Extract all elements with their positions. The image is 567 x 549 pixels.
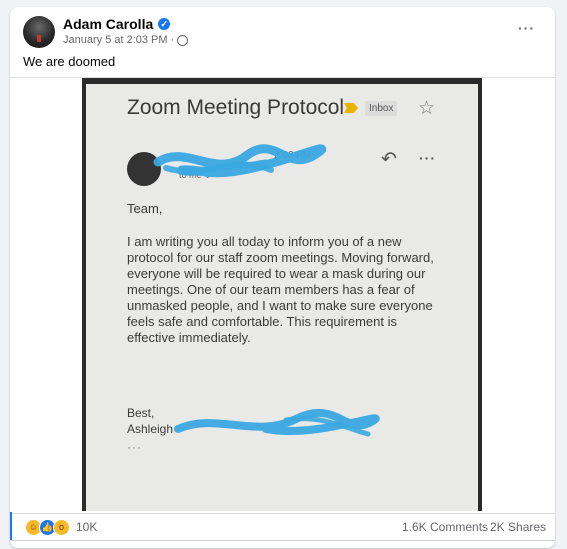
post-timestamp[interactable]: January 5 at 2:03 PM — [63, 34, 168, 46]
post-media[interactable]: Zoom Meeting Protocol Inbox ☆ 2:06 PM to… — [10, 77, 555, 514]
verified-badge-icon: ✓ — [158, 18, 171, 30]
email-screenshot-photo[interactable]: Zoom Meeting Protocol Inbox ☆ 2:06 PM to… — [82, 78, 482, 511]
post-options-icon[interactable]: ··· — [518, 20, 535, 36]
author-name-row: Adam Carolla ✓ — [63, 16, 171, 32]
post-card: Adam Carolla ✓ January 5 at 2:03 PM · ··… — [10, 7, 555, 548]
globe-icon — [177, 34, 189, 46]
email-view: Zoom Meeting Protocol Inbox ☆ 2:06 PM to… — [86, 84, 478, 511]
wow-reaction-icon: o — [53, 519, 70, 536]
post-meta: January 5 at 2:03 PM · — [63, 34, 189, 46]
meta-separator: · — [170, 34, 175, 46]
reactions-summary[interactable]: ☺ 👍 o — [25, 519, 70, 536]
focus-indicator — [10, 512, 12, 540]
post-text: We are doomed — [23, 54, 116, 69]
comments-count-link[interactable]: 1.6K Comments — [402, 520, 488, 534]
redaction-scribbles — [153, 144, 380, 437]
author-name[interactable]: Adam Carolla — [63, 16, 153, 32]
reactions-count[interactable]: 10K — [76, 520, 97, 534]
author-avatar[interactable] — [23, 16, 55, 48]
divider — [10, 540, 555, 541]
shares-count-link[interactable]: 2K Shares — [490, 520, 546, 534]
